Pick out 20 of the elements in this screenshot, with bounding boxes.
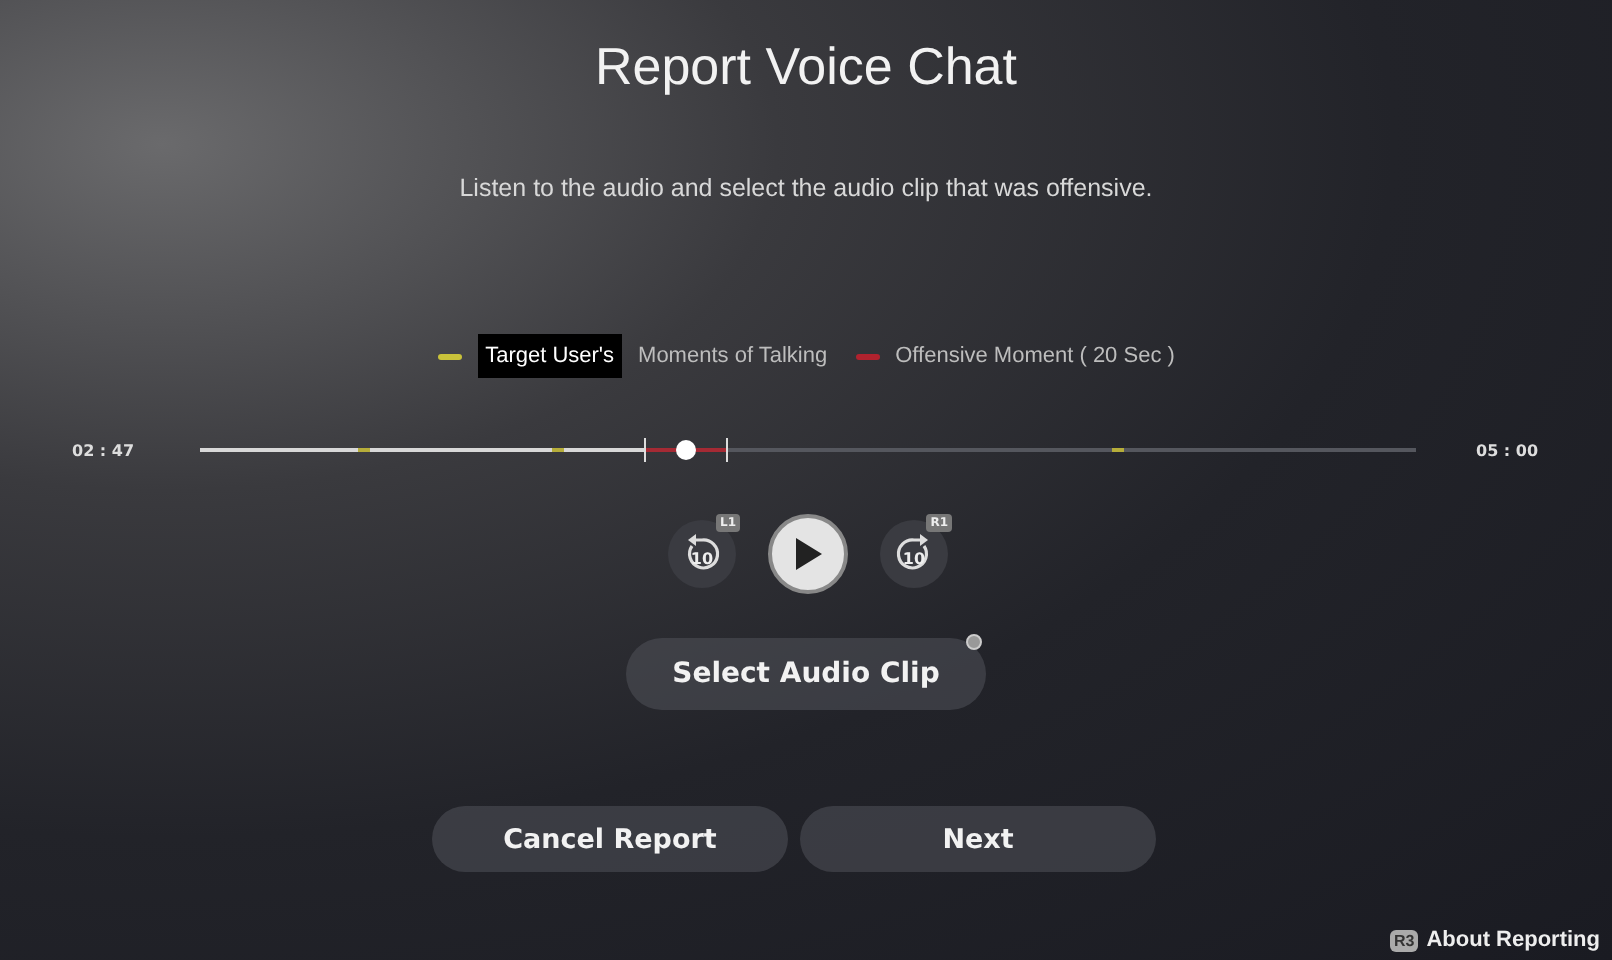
total-time: 05 : 00 bbox=[1476, 441, 1541, 459]
next-button[interactable]: Next bbox=[800, 806, 1156, 872]
rewind-arrow-icon bbox=[682, 534, 722, 574]
select-audio-clip-button[interactable]: Select Audio Clip bbox=[626, 638, 986, 710]
legend-swatch bbox=[855, 353, 880, 359]
cancel-button[interactable]: Cancel Report bbox=[432, 806, 788, 872]
touchpad-icon bbox=[966, 634, 982, 650]
about-reporting-link[interactable]: About Reporting bbox=[1426, 928, 1600, 952]
screen-title: Report Voice Chat bbox=[594, 36, 1017, 98]
r3-badge: R3 bbox=[1390, 929, 1419, 951]
playhead-thumb[interactable] bbox=[676, 440, 697, 460]
play-icon bbox=[794, 538, 822, 570]
forward-arrow-icon bbox=[894, 534, 934, 574]
instruction-text: Listen to the audio and select the audio clip that was offensive. bbox=[459, 174, 1153, 202]
legend-label: Moments of Talking bbox=[638, 344, 828, 368]
legend-label: Offensive Moment ( 20 Sec ) bbox=[895, 344, 1175, 368]
current-time: 02 : 47 bbox=[72, 441, 137, 459]
legend-swatch bbox=[437, 353, 462, 359]
highlighted-label: Target User's bbox=[477, 334, 623, 378]
play-button[interactable] bbox=[768, 514, 848, 594]
